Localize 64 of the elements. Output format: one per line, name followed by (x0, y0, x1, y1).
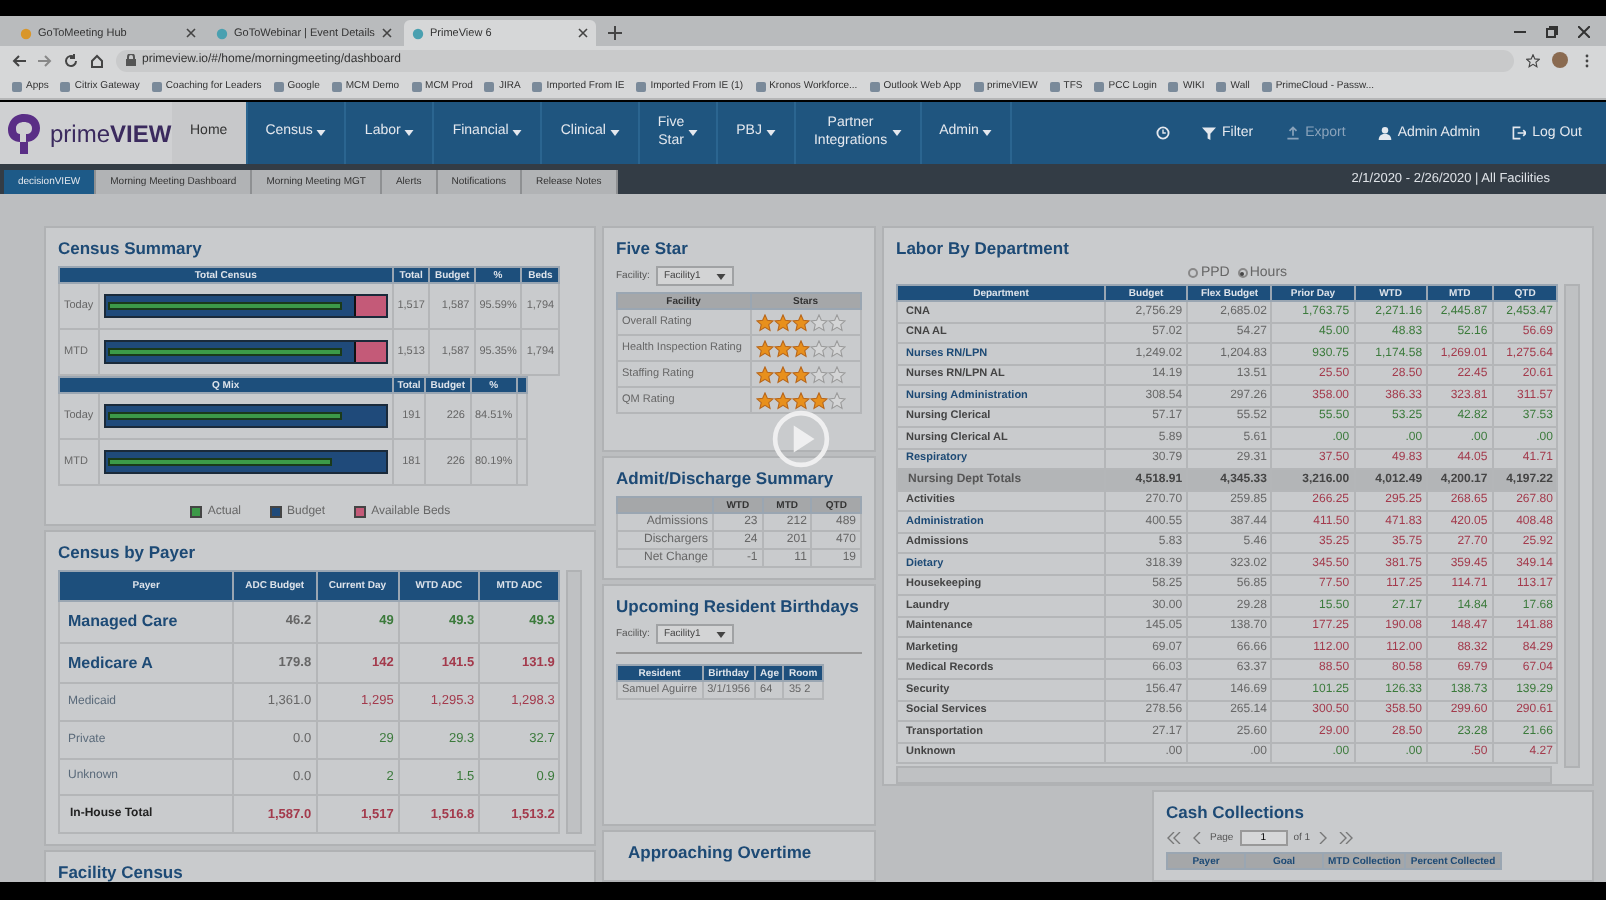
restore-icon[interactable] (1546, 26, 1558, 38)
close-icon[interactable] (186, 28, 196, 38)
star-icon (773, 339, 792, 357)
star-icon (827, 339, 846, 357)
close-icon[interactable] (578, 28, 588, 38)
panel-title: Facility Census (58, 862, 185, 882)
panel-title: Census by Payer (58, 542, 198, 562)
lock-icon (126, 54, 136, 66)
home-icon[interactable] (90, 53, 104, 67)
caret-icon (716, 631, 727, 638)
payer-name: Medicare A (59, 642, 234, 684)
scrollbar[interactable] (1564, 284, 1580, 768)
previous-page-icon[interactable] (1188, 832, 1204, 844)
last-page-icon[interactable] (1338, 832, 1355, 844)
star-icon (809, 391, 828, 409)
export-icon (1285, 126, 1300, 140)
panel-title: Census Summary (58, 238, 204, 258)
user-icon (1377, 126, 1392, 140)
back-icon[interactable] (12, 53, 26, 67)
minimize-icon[interactable] (1514, 26, 1526, 38)
favicon-icon (216, 27, 228, 39)
avatar-icon[interactable] (1552, 52, 1568, 68)
clock-icon[interactable] (1156, 126, 1171, 140)
panel-title: Cash Collections (1166, 802, 1306, 822)
favicon-icon (20, 27, 32, 39)
caret-icon (716, 273, 727, 279)
panel-title: Admit/Discharge Summary (616, 468, 836, 489)
star-icon (791, 339, 810, 357)
star-icon (773, 365, 792, 383)
star-icon (809, 365, 828, 383)
star-icon (791, 313, 810, 331)
logout-icon (1512, 126, 1527, 140)
star-icon (755, 365, 774, 383)
star-icon (809, 339, 828, 357)
first-page-icon[interactable] (1166, 832, 1182, 844)
plus-icon[interactable] (608, 26, 622, 40)
payer-name: Managed Care (59, 600, 234, 643)
panel-title: Approaching Overtime (628, 842, 814, 862)
close-icon[interactable] (1578, 26, 1590, 38)
star-icon (809, 313, 828, 331)
close-icon[interactable] (382, 28, 392, 38)
filter-icon (1202, 126, 1217, 140)
reload-icon[interactable] (64, 53, 78, 67)
star-icon (755, 391, 774, 409)
star-icon[interactable] (1526, 53, 1540, 67)
panel-title: Five Star (616, 238, 690, 258)
panel-title: Labor By Department (896, 238, 1071, 258)
star-icon (773, 391, 792, 409)
star-icon (827, 391, 846, 409)
favicon-icon (412, 27, 424, 39)
star-icon (827, 313, 846, 331)
star-icon (791, 391, 810, 409)
star-icon (827, 365, 846, 383)
logo-icon (4, 111, 44, 155)
star-icon (755, 313, 774, 331)
star-icon (791, 365, 810, 383)
scrollbar[interactable] (566, 570, 582, 834)
table-header-cell (517, 377, 528, 393)
star-icon (755, 339, 774, 357)
logo-text: primeVIEW (50, 119, 172, 147)
menu-icon[interactable] (1580, 53, 1594, 67)
panel-title: Upcoming Resident Birthdays (616, 596, 861, 617)
scrollbar[interactable] (896, 766, 1552, 784)
star-icon (773, 313, 792, 331)
